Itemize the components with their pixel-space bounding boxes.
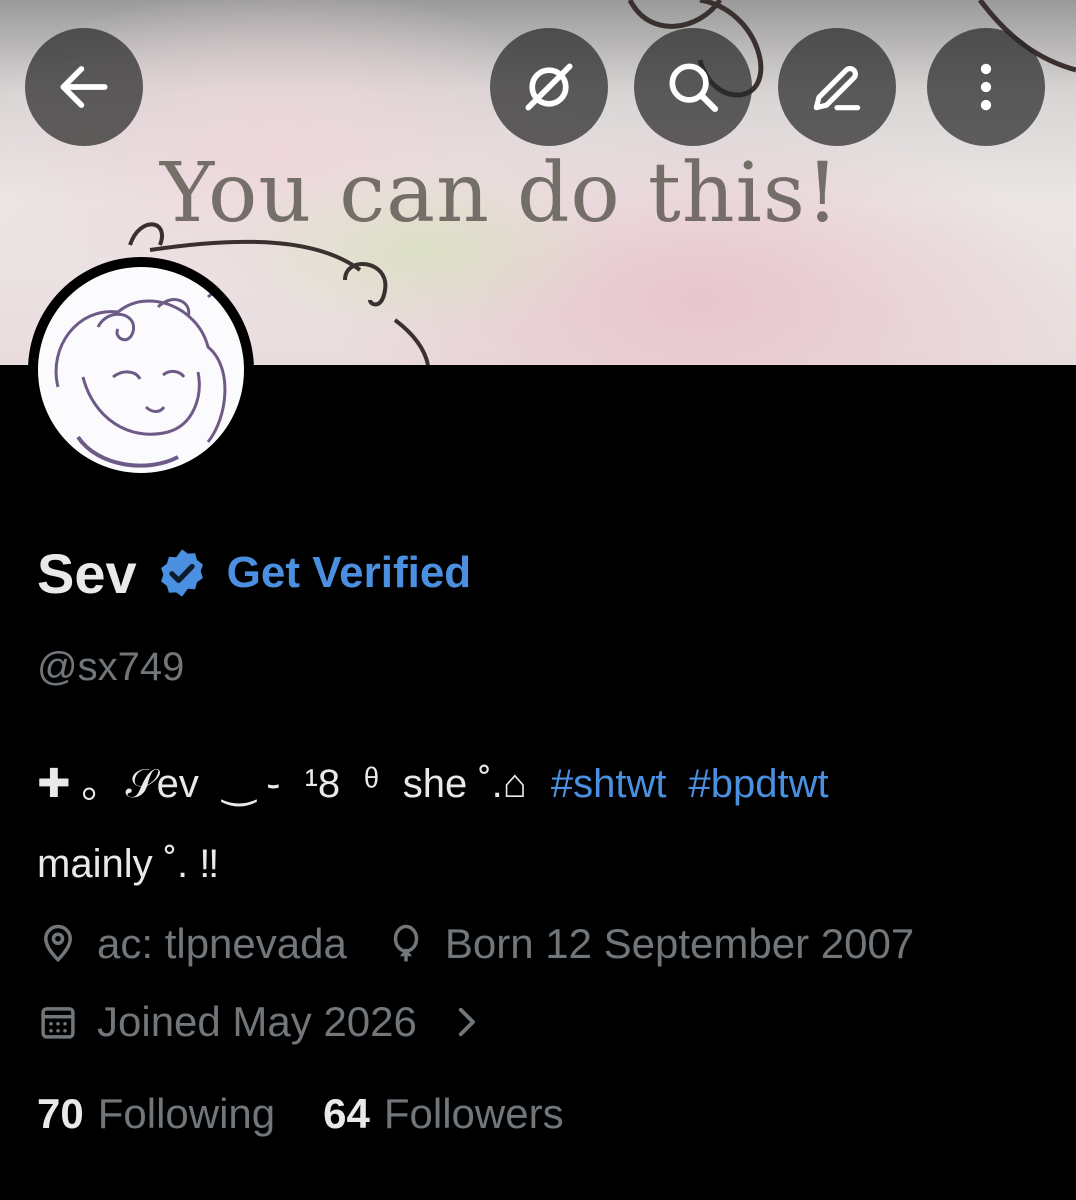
joined-row[interactable]: Joined May 2026	[37, 998, 505, 1046]
bio-fragment: ¹8	[304, 762, 341, 806]
bio-line-2: mainly ˚. ‼	[37, 842, 220, 886]
get-verified-link[interactable]: Get Verified	[227, 548, 472, 598]
bio-fragment: ᶿ	[364, 762, 379, 806]
banner-caption: You can do this!	[160, 146, 840, 241]
location-text: ac: tlpnevada	[97, 920, 347, 967]
edit-button[interactable]	[778, 28, 896, 146]
more-button[interactable]	[927, 28, 1045, 146]
location-item: ac: tlpnevada	[37, 920, 347, 968]
back-button[interactable]	[25, 28, 143, 146]
more-vertical-icon	[980, 63, 992, 111]
pencil-icon	[813, 66, 861, 111]
followers-link[interactable]: 64 Followers	[323, 1090, 563, 1138]
bio-fragment: ✚ ｡	[37, 762, 102, 806]
search-icon	[669, 63, 719, 113]
profile-meta-row: ac: tlpnevada Born 12 September 2007	[37, 920, 952, 968]
grok-button[interactable]	[490, 28, 608, 146]
joined-text: Joined May 2026	[97, 998, 417, 1045]
profile-avatar[interactable]	[28, 257, 254, 483]
hashtag-link[interactable]: #bpdtwt	[689, 744, 829, 824]
arrow-left-icon	[60, 66, 108, 108]
chevron-right-icon	[458, 1007, 475, 1037]
followers-count: 64	[323, 1090, 370, 1137]
following-link[interactable]: 70 Following	[37, 1090, 275, 1138]
calendar-icon	[41, 1007, 75, 1039]
following-label: Following	[97, 1090, 276, 1137]
birthday-item: Born 12 September 2007	[385, 920, 914, 968]
location-pin-icon	[43, 924, 73, 963]
avatar-image	[38, 267, 244, 473]
bio-line-1: ✚ ｡ 𝒮ev ‿ ֊ ¹8 ᶿ she ˚.⌂ #shtwt #bpdtwt	[37, 744, 1047, 824]
followers-label: Followers	[383, 1090, 564, 1137]
bio-fragment: she ˚.⌂	[402, 762, 527, 806]
name-row: Sev Get Verified	[37, 538, 471, 608]
birthday-text: Born 12 September 2007	[444, 920, 915, 967]
search-button[interactable]	[634, 28, 752, 146]
bio-fragment: 𝒮ev	[125, 762, 199, 806]
following-count: 70	[37, 1090, 84, 1137]
display-name: Sev	[37, 541, 137, 605]
follow-stats: 70 Following 64 Followers	[37, 1090, 612, 1138]
hashtag-link[interactable]: #shtwt	[551, 744, 667, 824]
bio-fragment: ‿ ֊	[222, 762, 281, 806]
verified-badge-icon[interactable]	[155, 546, 209, 600]
profile-bio: ✚ ｡ 𝒮ev ‿ ֊ ¹8 ᶿ she ˚.⌂ #shtwt #bpdtwt …	[37, 744, 1047, 904]
balloon-icon	[393, 924, 419, 962]
grok-icon	[525, 63, 573, 111]
profile-handle: @sx749	[37, 645, 185, 689]
